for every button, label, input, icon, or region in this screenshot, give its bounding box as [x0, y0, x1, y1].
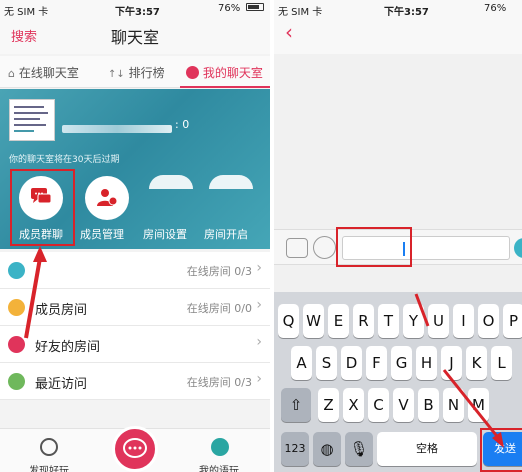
key-q[interactable]: Q [278, 304, 299, 338]
page-title: 聊天室 [110, 28, 159, 47]
key-d[interactable]: D [341, 346, 362, 380]
message-area [274, 54, 522, 229]
globe-key[interactable]: ◍ [313, 432, 341, 466]
room-banner: : 0 你的聊天室将在30天后过期 成员群聊 成员管理 房间设置 房间开启 [0, 89, 270, 249]
room-thumbnail[interactable] [9, 99, 55, 141]
home-icon: ⌂ [8, 67, 15, 80]
clock: 下午3:57 [384, 7, 429, 18]
tab-online-rooms[interactable]: ⌂ 在线聊天室 [8, 64, 79, 81]
globe-icon [40, 438, 58, 456]
highlight-box [10, 169, 75, 246]
member-manage-icon [97, 189, 118, 206]
room-stat-value: : 0 [175, 118, 190, 131]
phone-icon [211, 438, 229, 456]
chevron-right-icon: › [256, 334, 262, 350]
expire-notice: 你的聊天室将在30天后过期 [9, 155, 120, 165]
room-name-redacted [62, 125, 172, 133]
tab-ranking[interactable]: ↑↓ 排行榜 [108, 64, 165, 81]
send-circle-icon[interactable] [514, 238, 522, 258]
nav-bar: ‹ [274, 18, 522, 54]
key-r[interactable]: R [353, 304, 374, 338]
battery-icon [246, 3, 264, 11]
glasses-icon [8, 373, 25, 390]
tab-mine[interactable]: 我的语玩 [199, 462, 239, 472]
power-icon [209, 175, 253, 189]
member-manage-button[interactable] [85, 176, 129, 220]
highlight-box [336, 227, 412, 267]
numbers-key[interactable]: 123 [281, 432, 309, 466]
key-s[interactable]: S [316, 346, 337, 380]
chat-bubble-icon [123, 438, 147, 458]
chevron-right-icon: › [256, 297, 262, 313]
key-f[interactable]: F [366, 346, 387, 380]
chevron-right-icon: › [256, 371, 262, 387]
key-t[interactable]: T [378, 304, 399, 338]
key-a[interactable]: A [291, 346, 312, 380]
carrier-label: 无 SIM 卡 [4, 7, 49, 18]
list-item[interactable]: 最近访问 在线房间 0/3 › [0, 363, 270, 400]
camera-icon[interactable] [286, 238, 308, 258]
chatroom-screen: 无 SIM 卡 下午3:57 76% 搜索 聊天室 ⌂ 在线聊天室 ↑↓ 排行榜… [0, 0, 270, 472]
tab-bar: ⌂ 在线聊天室 ↑↓ 排行榜 我的聊天室 [0, 56, 270, 88]
key-w[interactable]: W [303, 304, 324, 338]
battery-percent: 76% [218, 3, 241, 14]
key-c[interactable]: C [368, 388, 389, 422]
room-open-label[interactable]: 房间开启 [204, 226, 248, 242]
user-circle-icon [186, 66, 199, 79]
back-chevron-icon[interactable]: ‹ [285, 20, 293, 44]
mic-key[interactable]: 🎙 [345, 432, 373, 466]
member-manage-label[interactable]: 成员管理 [80, 226, 124, 242]
shift-key[interactable]: ⇧ [281, 388, 311, 422]
group-chat-screen: 无 SIM 卡 下午3:57 76% ‹ QWERTYUIOPASDFGHJKL… [274, 0, 522, 472]
key-x[interactable]: X [343, 388, 364, 422]
key-e[interactable]: E [328, 304, 349, 338]
carrier-label: 无 SIM 卡 [278, 7, 323, 18]
tab-discover[interactable]: 发现好玩 [29, 462, 69, 472]
key-z[interactable]: Z [318, 388, 339, 422]
active-tab-indicator [180, 86, 270, 88]
annotation-arrow [24, 246, 47, 339]
nav-bar: 搜索 聊天室 [0, 18, 270, 54]
status-bar: 无 SIM 卡 下午3:57 76% [274, 0, 522, 18]
room-settings-label[interactable]: 房间设置 [143, 226, 187, 242]
annotation-arrow [414, 293, 504, 448]
status-bar: 无 SIM 卡 下午3:57 76% [0, 0, 270, 18]
center-chat-button[interactable] [112, 426, 158, 472]
chevron-right-icon: › [256, 260, 262, 276]
battery-percent: 76% [484, 3, 507, 14]
ranking-icon: ↑↓ [108, 69, 125, 80]
tab-my-rooms[interactable]: 我的聊天室 [186, 64, 263, 81]
input-bar [274, 227, 522, 267]
emoji-icon[interactable] [313, 236, 336, 259]
clock: 下午3:57 [115, 7, 160, 18]
settings-icon [149, 175, 193, 189]
